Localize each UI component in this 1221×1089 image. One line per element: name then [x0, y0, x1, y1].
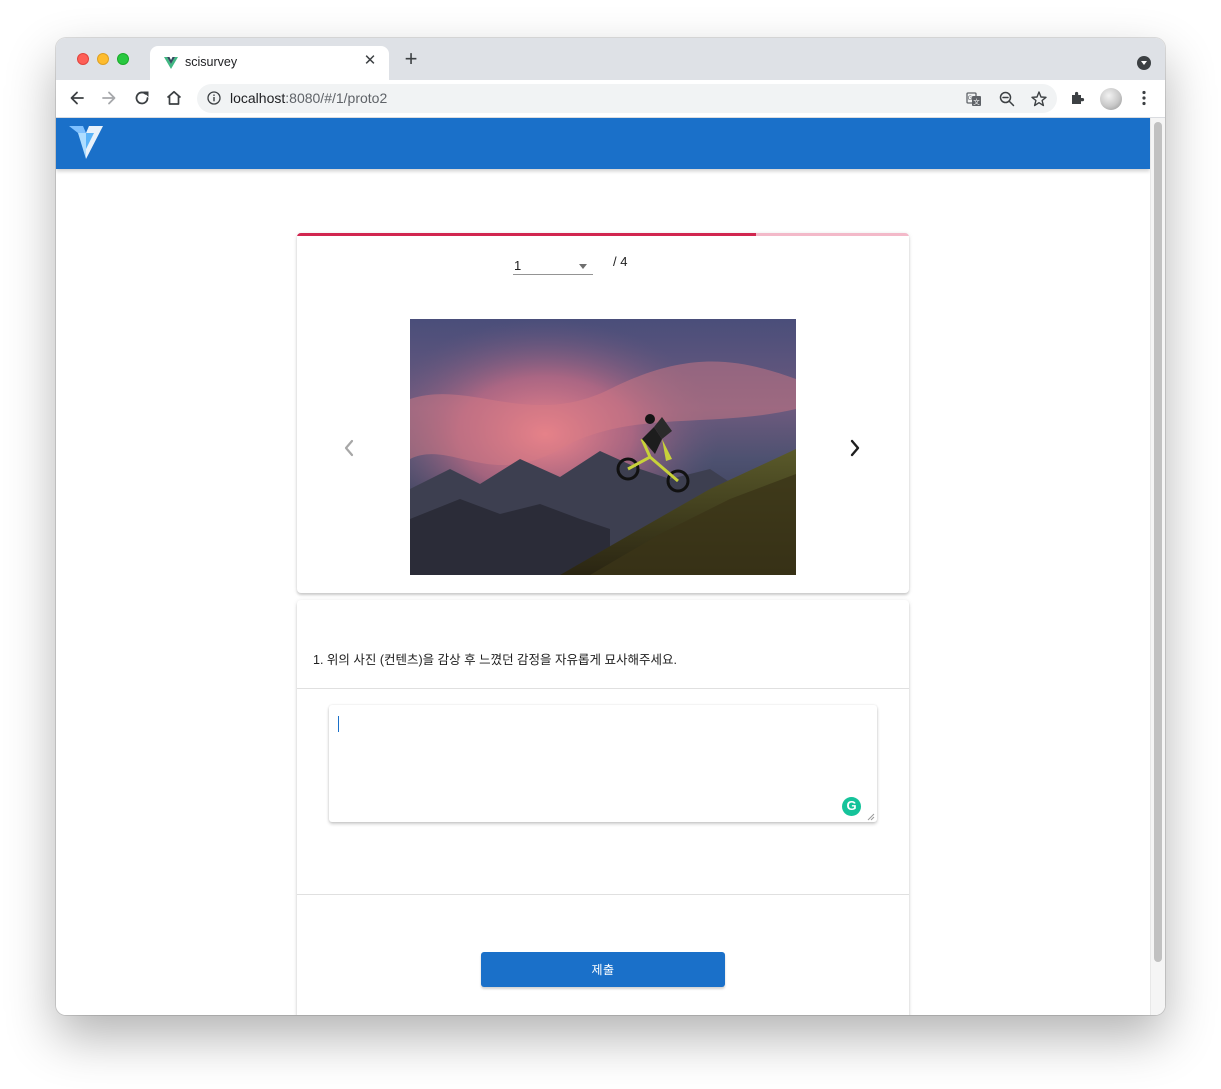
answer-textarea[interactable] — [329, 705, 877, 822]
extensions-puzzle-icon[interactable] — [1068, 88, 1088, 108]
svg-text:文: 文 — [973, 97, 980, 106]
address-bar[interactable]: localhost:8080/#/1/proto2 文 G — [197, 84, 1057, 113]
chevron-right-icon[interactable] — [847, 438, 863, 458]
divider — [297, 894, 909, 895]
browser-tab[interactable]: scisurvey ✕ — [150, 46, 389, 80]
browser-window: scisurvey ✕ + localhost:8080/#/1/proto2 — [56, 38, 1165, 1015]
chevron-left-icon[interactable] — [341, 438, 357, 458]
app-bar — [56, 118, 1150, 169]
divider — [297, 688, 909, 689]
minimize-window-button[interactable] — [97, 53, 109, 65]
forward-arrow-icon[interactable] — [99, 88, 119, 108]
profile-avatar[interactable] — [1100, 88, 1122, 110]
vue-favicon-icon — [164, 57, 178, 69]
page-select[interactable]: 1 — [513, 257, 593, 275]
site-info-icon[interactable] — [207, 91, 221, 105]
resize-handle-icon[interactable] — [866, 812, 875, 821]
close-window-button[interactable] — [77, 53, 89, 65]
url-text: localhost:8080/#/1/proto2 — [230, 90, 387, 106]
grammarly-icon[interactable]: G — [842, 797, 861, 816]
page-total: / 4 — [613, 254, 628, 269]
dropdown-arrow-icon — [579, 264, 587, 269]
close-tab-icon[interactable]: ✕ — [361, 52, 379, 70]
submit-button[interactable]: 제출 — [481, 952, 725, 987]
svg-text:G: G — [968, 95, 973, 102]
grammarly-letter: G — [846, 798, 857, 813]
tab-strip: scisurvey ✕ + — [56, 38, 1165, 80]
reload-icon[interactable] — [132, 88, 152, 108]
url-path: :8080/#/1/proto2 — [285, 90, 388, 106]
maximize-window-button[interactable] — [117, 53, 129, 65]
bookmark-star-icon[interactable] — [1030, 90, 1048, 108]
text-cursor — [338, 716, 339, 732]
url-host: localhost — [230, 90, 286, 106]
page-viewport: 1 / 4 1. 위의 사진 (컨텐츠)을 감상 후 느꼈던 감정을 자유롭게 … — [56, 118, 1165, 1015]
back-arrow-icon[interactable] — [67, 88, 87, 108]
new-tab-button[interactable]: + — [400, 48, 422, 70]
vuetify-logo-icon[interactable] — [68, 123, 104, 163]
more-menu-icon[interactable] — [1134, 88, 1154, 108]
question-card: 1. 위의 사진 (컨텐츠)을 감상 후 느꼈던 감정을 자유롭게 묘사해주세요… — [297, 600, 909, 1015]
browser-toolbar: localhost:8080/#/1/proto2 文 G — [56, 80, 1165, 118]
image-card: 1 / 4 — [297, 233, 909, 593]
tab-search-icon[interactable] — [1137, 56, 1151, 70]
translate-icon[interactable]: 文 G — [965, 90, 983, 108]
progress-bar — [297, 233, 756, 236]
tab-title: scisurvey — [185, 55, 238, 69]
scrollbar-thumb[interactable] — [1154, 122, 1162, 962]
question-text: 1. 위의 사진 (컨텐츠)을 감상 후 느꼈던 감정을 자유롭게 묘사해주세요… — [313, 653, 677, 667]
page-select-value: 1 — [514, 258, 522, 273]
home-icon[interactable] — [164, 88, 184, 108]
survey-photo — [410, 319, 796, 575]
zoom-out-icon[interactable] — [998, 90, 1016, 108]
